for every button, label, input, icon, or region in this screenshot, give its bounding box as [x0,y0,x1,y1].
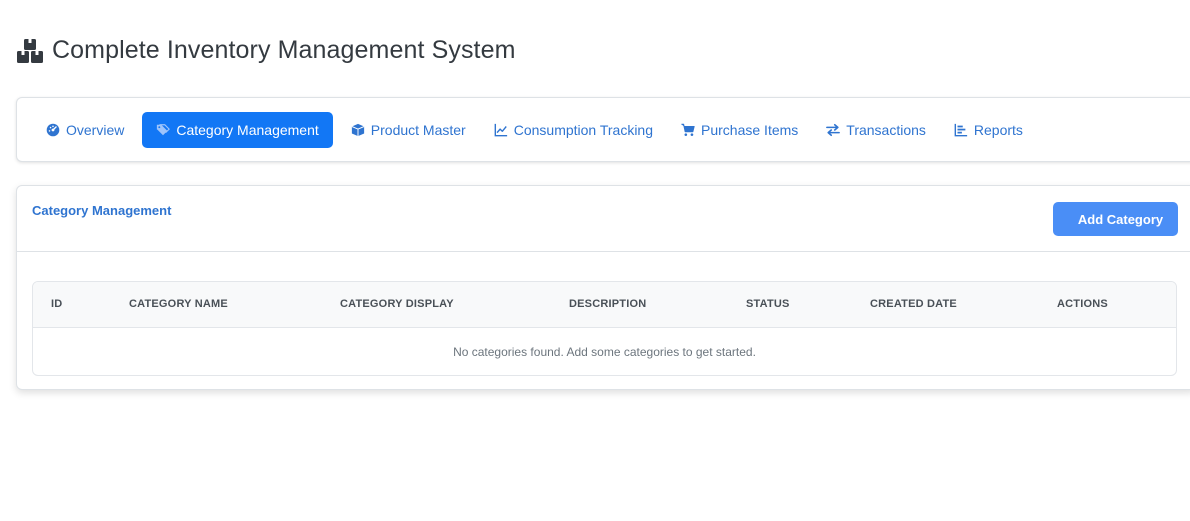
nav-tabs: Overview Category Management Product Mas… [36,112,1041,148]
tab-purchase-items[interactable]: Purchase Items [671,112,808,148]
categories-table: ID CATEGORY NAME CATEGORY DISPLAY DESCRI… [32,281,1177,376]
page-header: Complete Inventory Management System [16,36,516,65]
page-title: Complete Inventory Management System [52,36,516,64]
tab-label: Consumption Tracking [513,122,654,138]
tab-label: Overview [66,122,125,138]
panel-title: Category Management [32,203,172,218]
bar-list-icon [954,123,968,137]
tab-label: Purchase Items [701,122,799,138]
panel-header: Category Management Add Category [17,186,1190,252]
column-header-actions: ACTIONS [1057,298,1108,310]
column-header-status: STATUS [746,298,790,310]
nav-tabs-card: Overview Category Management Product Mas… [16,97,1190,162]
cart-icon [681,123,695,136]
tab-label: Category Management [176,122,319,138]
gauge-icon [46,123,60,137]
box-icon [351,123,365,137]
column-header-category-display: CATEGORY DISPLAY [340,298,454,310]
tab-label: Reports [973,122,1023,138]
tab-category-management[interactable]: Category Management [142,112,333,148]
tab-reports[interactable]: Reports [944,112,1033,148]
add-category-button[interactable]: Add Category [1053,202,1178,236]
boxes-icon [17,38,43,63]
tab-label: Product Master [370,122,466,138]
tab-label: Transactions [846,122,926,138]
empty-state-message: No categories found. Add some categories… [453,345,756,359]
category-panel: Category Management Add Category ID CATE… [16,185,1190,390]
column-header-created-date: CREATED DATE [870,298,957,310]
column-header-description: DESCRIPTION [569,298,647,310]
column-header-id: ID [51,298,63,310]
tab-overview[interactable]: Overview [36,112,134,148]
table-header-row: ID CATEGORY NAME CATEGORY DISPLAY DESCRI… [33,282,1176,328]
tab-product-master[interactable]: Product Master [341,112,476,148]
line-chart-icon [494,123,507,137]
tab-consumption-tracking[interactable]: Consumption Tracking [484,112,663,148]
tab-transactions[interactable]: Transactions [816,112,936,148]
exchange-icon [826,123,841,137]
column-header-category-name: CATEGORY NAME [129,298,228,310]
tags-icon [157,124,171,136]
